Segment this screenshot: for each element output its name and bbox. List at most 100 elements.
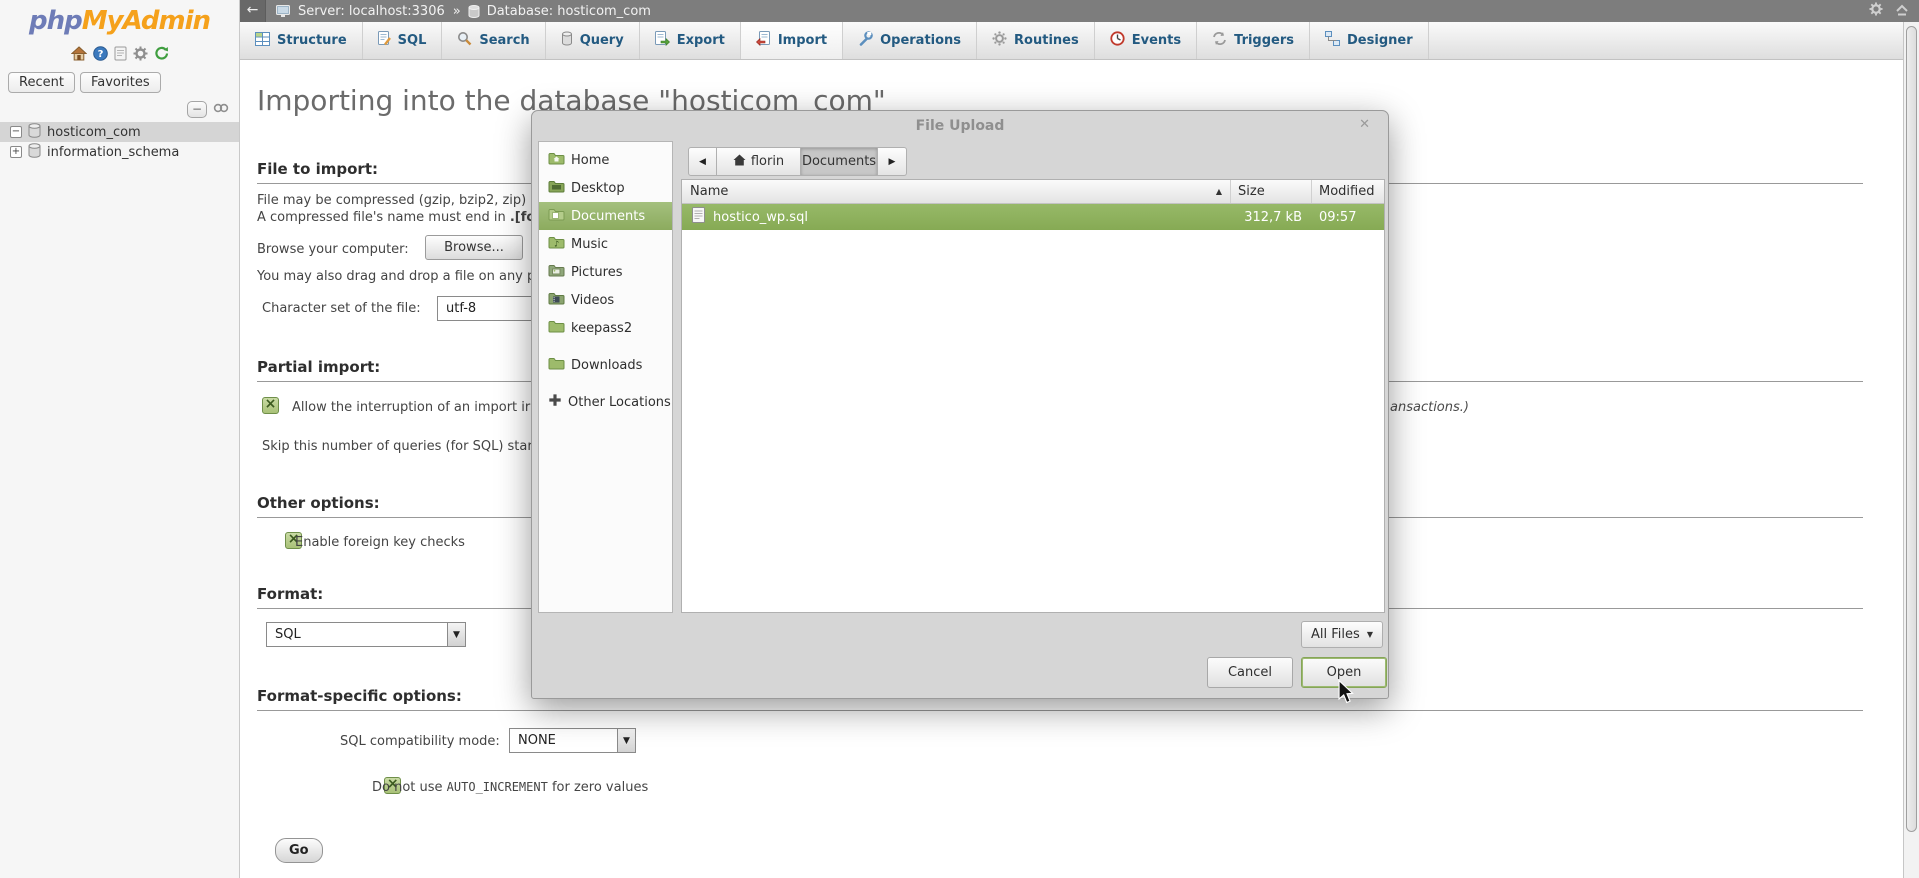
tab-label: Triggers <box>1234 33 1294 48</box>
foreign-key-label[interactable]: Enable foreign key checks <box>295 535 465 550</box>
docs-icon[interactable] <box>114 46 127 61</box>
link-icon[interactable] <box>213 102 229 117</box>
column-modified[interactable]: Modified <box>1312 180 1384 203</box>
file-row-hostico-wp-sql[interactable]: hostico_wp.sql 312,7 kB 09:57 <box>682 204 1384 230</box>
column-name[interactable]: Name ▲ <box>682 180 1231 203</box>
place-label: Videos <box>571 293 614 308</box>
charset-value: utf-8 <box>438 301 508 316</box>
tab-label: Operations <box>880 33 961 48</box>
search-icon <box>457 31 472 50</box>
recent-button[interactable]: Recent <box>8 72 75 93</box>
compression-note-text: A compressed file's name must end in <box>257 210 510 225</box>
tab-label: Query <box>580 33 624 48</box>
tab-label: Structure <box>277 33 347 48</box>
server-icon <box>276 5 291 18</box>
tab-routines[interactable]: Routines <box>977 22 1095 59</box>
tab-export[interactable]: Export <box>640 22 741 59</box>
tab-label: Designer <box>1347 33 1413 48</box>
column-label: Size <box>1238 184 1265 199</box>
settings-icon[interactable] <box>133 46 148 61</box>
page-scrollbar[interactable] <box>1903 22 1919 878</box>
tree-item-label: information_schema <box>47 145 179 160</box>
chevron-right-icon: ▶ <box>889 157 896 167</box>
import-icon <box>756 31 771 50</box>
expand-expander-icon[interactable]: + <box>10 146 22 158</box>
place-home[interactable]: Home <box>539 146 672 174</box>
videos-folder-icon <box>548 291 565 309</box>
tab-label: Import <box>778 33 827 48</box>
svg-text:♪: ♪ <box>554 240 559 249</box>
home-icon[interactable] <box>71 46 87 61</box>
tab-events[interactable]: Events <box>1095 22 1197 59</box>
auto-increment-pre: Do not use <box>372 780 447 795</box>
cancel-button[interactable]: Cancel <box>1207 657 1293 688</box>
allow-interrupt-label-tail: ansactions.) <box>1390 400 1469 415</box>
exit-fullscreen-icon[interactable] <box>1895 3 1909 20</box>
format-select[interactable]: SQL ▼ <box>266 622 466 647</box>
place-videos[interactable]: Videos <box>539 286 672 314</box>
tab-triggers[interactable]: Triggers <box>1197 22 1310 59</box>
dragdrop-note: You may also drag and drop a file on any… <box>257 269 535 284</box>
breadcrumb-database[interactable]: Database: hosticom_com <box>487 4 651 19</box>
go-button[interactable]: Go <box>275 838 323 863</box>
browse-label: Browse your computer: <box>257 242 409 257</box>
folder-icon <box>548 356 565 374</box>
place-keepass2[interactable]: keepass2 <box>539 314 672 342</box>
place-desktop[interactable]: Desktop <box>539 174 672 202</box>
settings-icon[interactable] <box>1869 2 1883 20</box>
navigation-panel: phpMyAdmin ? Recent Favorites − − hostic… <box>0 0 240 878</box>
charset-label: Character set of the file: <box>262 301 421 316</box>
place-pictures[interactable]: Pictures <box>539 258 672 286</box>
tree-item-hosticom-com[interactable]: − hosticom_com <box>0 122 239 142</box>
back-button[interactable]: ← <box>240 0 266 22</box>
help-icon[interactable]: ? <box>93 46 108 61</box>
file-name: hostico_wp.sql <box>713 210 808 225</box>
tab-operations[interactable]: Operations <box>843 22 977 59</box>
tab-search[interactable]: Search <box>442 22 545 59</box>
column-size[interactable]: Size <box>1231 180 1312 203</box>
place-label: Documents <box>571 209 645 224</box>
tab-structure[interactable]: Structure <box>240 22 363 59</box>
tab-import[interactable]: Import <box>741 22 843 59</box>
collapse-expander-icon[interactable]: − <box>10 126 22 138</box>
export-icon <box>655 31 670 50</box>
sql-compat-label: SQL compatibility mode: <box>340 734 500 749</box>
tab-sql[interactable]: SQL <box>363 22 443 59</box>
refresh-icon[interactable] <box>154 46 169 61</box>
tab-query[interactable]: Query <box>546 22 640 59</box>
tree-item-information-schema[interactable]: + information_schema <box>0 142 239 162</box>
collapse-all-button[interactable]: − <box>187 101 207 118</box>
compression-note-line1: File may be compressed (gzip, bzip2, zip… <box>257 193 538 208</box>
path-forward-button[interactable]: ▶ <box>878 147 907 176</box>
auto-increment-label[interactable]: Do not use AUTO_INCREMENT for zero value… <box>372 780 648 795</box>
music-folder-icon: ♪ <box>548 235 565 253</box>
browse-button[interactable]: Browse... <box>425 235 523 260</box>
routines-icon <box>992 31 1007 50</box>
tree-item-label: hosticom_com <box>47 125 141 140</box>
close-icon[interactable]: ✕ <box>1359 117 1370 132</box>
place-documents[interactable]: Documents <box>539 202 672 230</box>
place-downloads[interactable]: Downloads <box>539 351 672 379</box>
chevron-left-icon: ◀ <box>699 157 706 167</box>
structure-icon <box>255 32 270 50</box>
place-music[interactable]: ♪ Music <box>539 230 672 258</box>
path-documents-button[interactable]: Documents <box>801 147 878 176</box>
place-label: Home <box>571 153 609 168</box>
allow-interrupt-label[interactable]: Allow the interruption of an import ir <box>292 400 530 415</box>
tab-designer[interactable]: Designer <box>1310 22 1429 59</box>
allow-interrupt-checkbox[interactable] <box>262 397 279 414</box>
breadcrumb-server[interactable]: Server: localhost:3306 <box>298 4 445 19</box>
tab-label: Search <box>479 33 529 48</box>
sql-compat-select[interactable]: NONE ▼ <box>509 728 636 753</box>
place-label: Downloads <box>571 358 642 373</box>
sort-ascending-icon: ▲ <box>1216 187 1222 196</box>
file-type-filter-button[interactable]: All Files ▼ <box>1301 621 1383 648</box>
path-home-button[interactable]: florin <box>717 147 801 176</box>
path-back-button[interactable]: ◀ <box>688 147 717 176</box>
operations-icon <box>858 31 873 50</box>
scrollbar-thumb[interactable] <box>1906 26 1917 832</box>
favorites-button[interactable]: Favorites <box>80 72 161 93</box>
phpmyadmin-logo[interactable]: phpMyAdmin <box>0 0 239 36</box>
place-label: Other Locations <box>568 395 671 410</box>
place-other-locations[interactable]: Other Locations <box>539 388 672 416</box>
